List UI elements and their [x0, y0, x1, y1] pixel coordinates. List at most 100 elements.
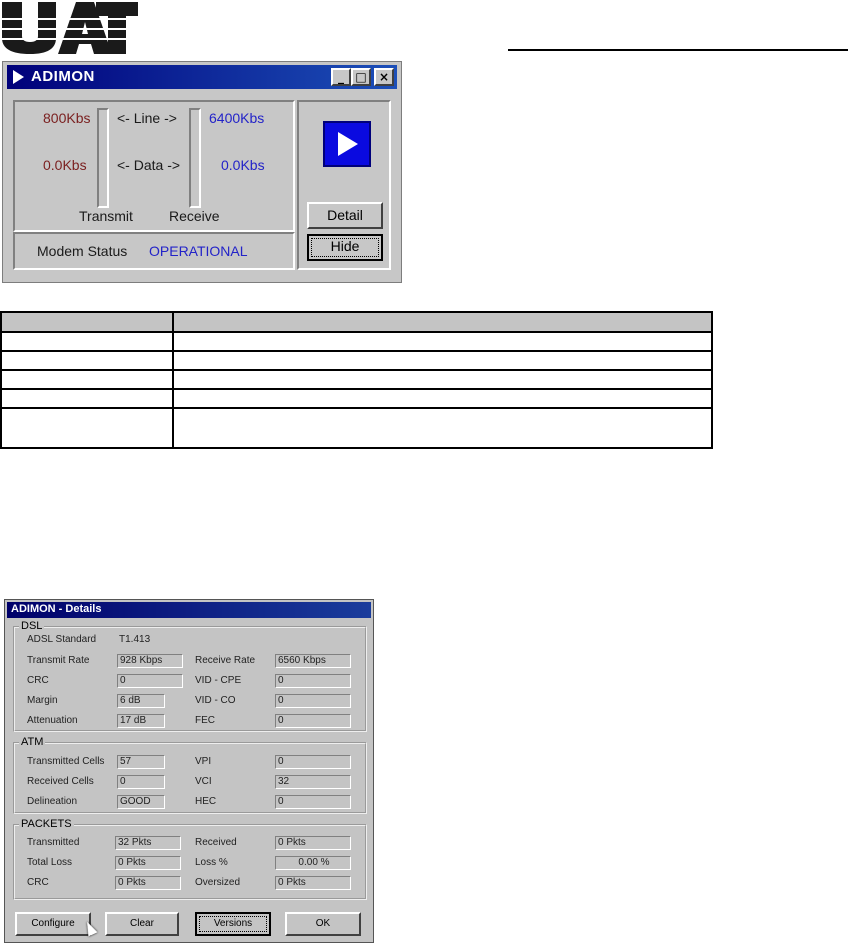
- vid-cpe-field: 0: [275, 674, 351, 688]
- packets-group-label: PACKETS: [19, 818, 74, 830]
- margin-field: 6 dB: [117, 694, 165, 708]
- hec-field: 0: [275, 795, 351, 809]
- table-cell: [0, 369, 174, 390]
- adsl-standard-value: T1.413: [119, 634, 151, 645]
- rates-panel: 800Kbs 0.0Kbs <- Line -> <- Data -> 6400…: [13, 100, 295, 232]
- receive-data-rate: 0.0Kbs: [221, 157, 265, 173]
- atm-group: ATM Transmitted Cells 57 VPI 0 Received …: [13, 736, 367, 814]
- received-packets-field: 0 Pkts: [275, 836, 351, 850]
- transmit-label: Transmit: [79, 208, 133, 224]
- table-cell: [172, 369, 713, 390]
- play-icon: [338, 132, 358, 156]
- table-row: [0, 407, 713, 449]
- vid-co-label: VID - CO: [195, 695, 236, 706]
- transmitted-packets-label: Transmitted: [27, 837, 80, 848]
- crc-packets-field: 0 Pkts: [115, 876, 181, 890]
- control-panel: Detail Hide: [297, 100, 391, 270]
- vci-label: VCI: [195, 776, 212, 787]
- transmit-rate-field: 928 Kbps: [117, 654, 183, 668]
- atm-group-label: ATM: [19, 736, 46, 748]
- receive-line-rate: 6400Kbs: [209, 110, 265, 126]
- table-header-row: [0, 311, 713, 333]
- delineation-field: GOOD: [117, 795, 165, 809]
- fec-field: 0: [275, 714, 351, 728]
- modem-status-label: Modem Status: [37, 243, 128, 259]
- attenuation-field: 17 dB: [117, 714, 165, 728]
- table-cell: [172, 350, 713, 371]
- table-header-cell: [0, 311, 174, 333]
- transmitted-cells-field: 57: [117, 755, 165, 769]
- table-cell: [172, 407, 713, 449]
- crc-packets-label: CRC: [27, 877, 49, 888]
- total-loss-field: 0 Pkts: [115, 856, 181, 870]
- delineation-label: Delineation: [27, 796, 78, 807]
- table-cell: [0, 407, 174, 449]
- table-row: [0, 350, 713, 371]
- detail-button[interactable]: Detail: [307, 202, 383, 229]
- fec-label: FEC: [195, 715, 215, 726]
- vpi-field: 0: [275, 755, 351, 769]
- loss-percent-label: Loss %: [195, 857, 228, 868]
- configure-button[interactable]: Configure: [15, 912, 91, 936]
- adsl-standard-label: ADSL Standard: [27, 634, 97, 645]
- status-panel: Modem Status OPERATIONAL: [13, 232, 295, 270]
- table-cell: [0, 388, 174, 409]
- transmit-level-bar: [97, 108, 109, 208]
- table-row: [0, 369, 713, 390]
- dsl-group-label: DSL: [19, 620, 45, 632]
- table-cell: [172, 331, 713, 352]
- clear-button[interactable]: Clear: [105, 912, 179, 936]
- close-button[interactable]: ×: [374, 68, 394, 86]
- maximize-button[interactable]: □: [351, 68, 371, 86]
- dsl-group: DSL ADSL Standard T1.413 Transmit Rate 9…: [13, 620, 367, 732]
- receive-label: Receive: [169, 208, 220, 224]
- receive-rate-field: 6560 Kbps: [275, 654, 351, 668]
- loss-percent-field: 0.00 %: [275, 856, 351, 870]
- header-rule: [508, 49, 848, 51]
- table-cell: [0, 350, 174, 371]
- margin-label: Margin: [27, 695, 58, 706]
- total-loss-label: Total Loss: [27, 857, 73, 868]
- transmit-data-rate: 0.0Kbs: [43, 157, 87, 173]
- transmitted-cells-label: Transmitted Cells: [27, 756, 105, 767]
- adimon-window: ADIMON _ □ × 800Kbs 0.0Kbs <- Line -> <-…: [2, 61, 402, 283]
- vid-co-field: 0: [275, 694, 351, 708]
- crc-field: 0: [117, 674, 183, 688]
- info-table: [0, 311, 713, 449]
- oversized-label: Oversized: [195, 877, 241, 888]
- received-packets-label: Received: [195, 837, 237, 848]
- received-cells-label: Received Cells: [27, 776, 94, 787]
- versions-button[interactable]: Versions: [195, 912, 271, 936]
- receive-rate-label: Receive Rate: [195, 655, 256, 666]
- details-title: ADIMON - Details: [11, 603, 102, 615]
- play-arrow-icon: [13, 70, 24, 84]
- data-label: <- Data ->: [117, 157, 181, 173]
- window-title: ADIMON: [31, 68, 95, 85]
- table-header-cell: [172, 311, 713, 333]
- transmit-line-rate: 800Kbs: [43, 110, 91, 126]
- details-titlebar[interactable]: ADIMON - Details: [7, 602, 371, 618]
- table-row: [0, 388, 713, 409]
- attenuation-label: Attenuation: [27, 715, 78, 726]
- vpi-label: VPI: [195, 756, 212, 767]
- transmitted-packets-field: 32 Pkts: [115, 836, 181, 850]
- uat-logo: [0, 2, 140, 54]
- ok-button[interactable]: OK: [285, 912, 361, 936]
- adimon-titlebar[interactable]: ADIMON _ □ ×: [7, 65, 397, 89]
- minimize-button[interactable]: _: [331, 68, 351, 86]
- crc-label: CRC: [27, 675, 49, 686]
- received-cells-field: 0: [117, 775, 165, 789]
- vid-cpe-label: VID - CPE: [195, 675, 242, 686]
- modem-status-value: OPERATIONAL: [149, 243, 248, 259]
- packets-group: PACKETS Transmitted 32 Pkts Received 0 P…: [13, 818, 367, 900]
- details-window: ADIMON - Details DSL ADSL Standard T1.41…: [4, 599, 374, 943]
- table-cell: [0, 331, 174, 352]
- play-button[interactable]: [323, 121, 371, 167]
- vci-field: 32: [275, 775, 351, 789]
- oversized-field: 0 Pkts: [275, 876, 351, 890]
- transmit-rate-label: Transmit Rate: [27, 655, 90, 666]
- receive-level-bar: [189, 108, 201, 208]
- hide-button[interactable]: Hide: [307, 234, 383, 261]
- table-cell: [172, 388, 713, 409]
- hec-label: HEC: [195, 796, 217, 807]
